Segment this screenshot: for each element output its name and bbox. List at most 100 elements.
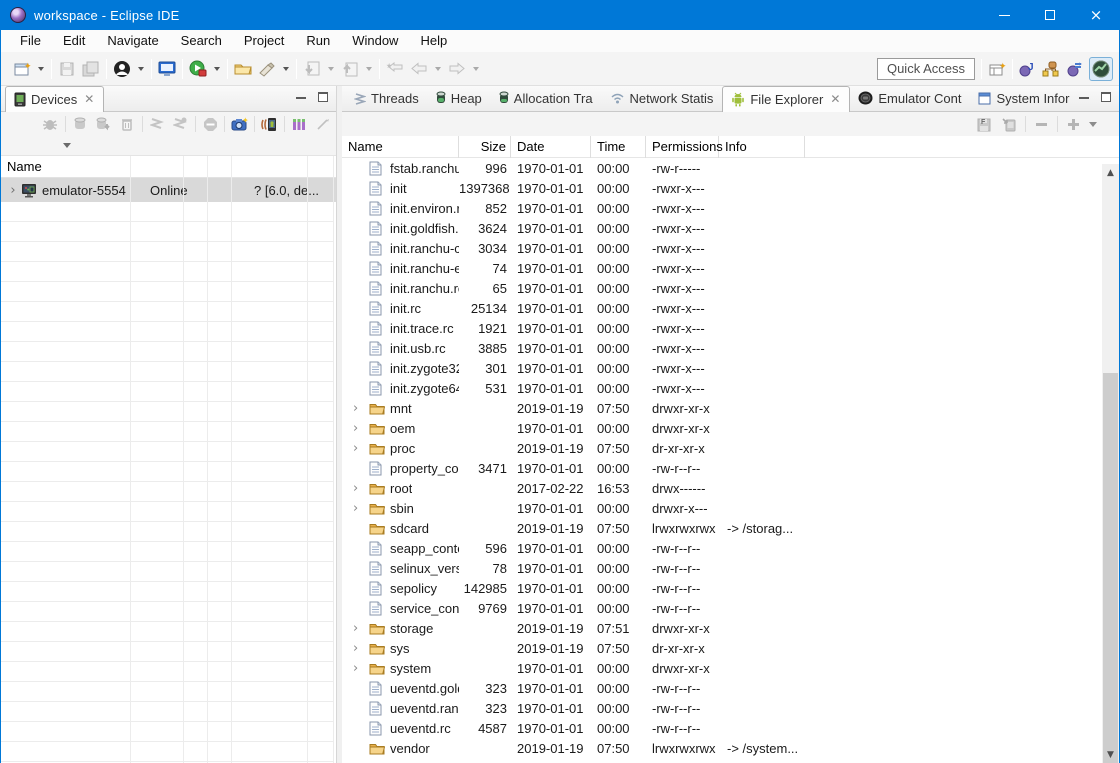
maximize-view-icon[interactable] [1101, 92, 1111, 102]
minimize-view-icon[interactable] [1079, 96, 1089, 99]
debug-perspective-icon[interactable] [1065, 59, 1085, 79]
line-chart-icon[interactable] [313, 115, 332, 133]
tab-devices[interactable]: Devices ✕ [5, 86, 105, 112]
table-row[interactable]: › sys 2019-01-19 07:50 dr-xr-xr-x [342, 638, 1102, 658]
tab-network-statistics[interactable]: Network Statis [602, 86, 723, 111]
table-row[interactable]: init.ranchu-c 3034 1970-01-01 00:00 -rwxr-x-… [342, 238, 1102, 258]
menu-navigate[interactable]: Navigate [96, 31, 169, 51]
menu-help[interactable]: Help [409, 31, 458, 51]
devices-column-header[interactable]: Name [1, 156, 336, 178]
console-icon[interactable] [157, 59, 177, 79]
previous-annotation-dropdown-icon[interactable] [366, 66, 372, 71]
mark-occurrences-icon[interactable] [257, 59, 277, 79]
table-row[interactable]: vendor 2019-01-19 07:50 lrwxrwxrwx -> /syste… [342, 738, 1102, 758]
table-row[interactable]: sepolicy 142985 1970-01-01 00:00 -rw-r--r-- [342, 578, 1102, 598]
close-window-button[interactable]: × [1073, 0, 1119, 30]
mark-occurrences-dropdown-icon[interactable] [283, 66, 289, 71]
menu-edit[interactable]: Edit [52, 31, 96, 51]
maximize-view-icon[interactable] [318, 92, 328, 102]
column-header-size[interactable]: Size [459, 136, 511, 158]
table-row[interactable]: › sbin 1970-01-01 00:00 drwxr-x--- [342, 498, 1102, 518]
view-menu-icon[interactable] [1089, 121, 1097, 127]
table-row[interactable]: init.ranchu-e 74 1970-01-01 00:00 -rwxr-x--- [342, 258, 1102, 278]
column-header-date[interactable]: Date [511, 136, 591, 158]
table-row[interactable]: › proc 2019-01-19 07:50 dr-xr-xr-x [342, 438, 1102, 458]
table-row[interactable]: init.environ.r 852 1970-01-01 00:00 -rwxr-x-… [342, 198, 1102, 218]
close-tab-icon[interactable]: ✕ [84, 92, 94, 106]
device-row-emulator-5554[interactable]: › emulator-5554 Online ? [6.0, de... [1, 178, 336, 202]
menu-file[interactable]: File [9, 31, 52, 51]
device-screen-icon[interactable] [260, 115, 279, 133]
previous-annotation-icon[interactable] [340, 59, 360, 79]
tab-emulator-control[interactable]: Emulator Cont [850, 86, 970, 111]
run-icon[interactable] [188, 59, 208, 79]
table-row[interactable]: seapp_conte 596 1970-01-01 00:00 -rw-r--r-- [342, 538, 1102, 558]
delete-icon[interactable] [1032, 115, 1051, 133]
scroll-down-icon[interactable]: ▼ [1102, 746, 1119, 763]
minimize-window-button[interactable] [981, 0, 1027, 30]
tab-threads[interactable]: Threads [346, 86, 428, 111]
table-row[interactable]: fstab.ranchu 996 1970-01-01 00:00 -rw-r----- [342, 158, 1102, 178]
expand-chevron-icon[interactable]: › [353, 401, 369, 416]
dump-hprof-icon[interactable] [94, 115, 113, 133]
vertical-scrollbar[interactable]: ▲ ▼ [1102, 164, 1119, 763]
scroll-up-icon[interactable]: ▲ [1102, 164, 1119, 181]
table-row[interactable]: init.ranchu.rc 65 1970-01-01 00:00 -rwxr-x--… [342, 278, 1102, 298]
tab-system-information[interactable]: System Infor [970, 86, 1078, 111]
column-header-name[interactable]: Name [342, 136, 459, 158]
push-file-icon[interactable] [1000, 115, 1019, 133]
table-row[interactable]: init.zygote32 301 1970-01-01 00:00 -rwxr-x--… [342, 358, 1102, 378]
method-profiling-icon[interactable] [171, 115, 190, 133]
tab-file-explorer[interactable]: File Explorer ✕ [722, 86, 851, 112]
expand-chevron-icon[interactable]: › [353, 421, 369, 436]
table-row[interactable]: sdcard 2019-01-19 07:50 lrwxrwxrwx -> /stora… [342, 518, 1102, 538]
table-row[interactable]: service_cont 9769 1970-01-01 00:00 -rw-r--r-… [342, 598, 1102, 618]
next-annotation-icon[interactable] [302, 59, 322, 79]
expand-chevron-icon[interactable]: › [353, 441, 369, 456]
run-dropdown-icon[interactable] [214, 66, 220, 71]
save-icon[interactable] [57, 59, 77, 79]
add-icon[interactable] [1064, 115, 1083, 133]
table-row[interactable]: ueventd.gold 323 1970-01-01 00:00 -rw-r--r-- [342, 678, 1102, 698]
table-row[interactable]: › storage 2019-01-19 07:51 drwxr-xr-x [342, 618, 1102, 638]
maximize-window-button[interactable] [1027, 0, 1073, 30]
scrollbar-thumb[interactable] [1103, 373, 1118, 763]
column-header-time[interactable]: Time [591, 136, 646, 158]
open-folder-icon[interactable] [233, 59, 253, 79]
table-row[interactable]: init.rc 25134 1970-01-01 00:00 -rwxr-x--- [342, 298, 1102, 318]
table-row[interactable]: › oem 1970-01-01 00:00 drwxr-xr-x [342, 418, 1102, 438]
profiling-columns-icon[interactable] [290, 115, 309, 133]
java-perspective-icon[interactable]: J [1017, 59, 1037, 79]
user-icon[interactable] [112, 59, 132, 79]
minimize-view-icon[interactable] [296, 96, 306, 99]
pull-file-icon[interactable]: F [975, 115, 994, 133]
open-perspective-icon[interactable]: ✦ [988, 59, 1008, 79]
table-row[interactable]: ueventd.ranc 323 1970-01-01 00:00 -rw-r--r-- [342, 698, 1102, 718]
table-row[interactable]: init.trace.rc 1921 1970-01-01 00:00 -rwxr-x-… [342, 318, 1102, 338]
screen-capture-icon[interactable]: ✦ [230, 115, 249, 133]
gc-trash-icon[interactable] [118, 115, 137, 133]
expand-chevron-icon[interactable]: › [353, 501, 369, 516]
table-row[interactable]: init.zygote64 531 1970-01-01 00:00 -rwxr-x--… [342, 378, 1102, 398]
debug-process-icon[interactable] [41, 115, 60, 133]
back-icon[interactable] [409, 59, 429, 79]
table-row[interactable]: selinux_versi 78 1970-01-01 00:00 -rw-r--r-- [342, 558, 1102, 578]
expand-chevron-icon[interactable]: › [353, 621, 369, 636]
expand-chevron-icon[interactable]: › [353, 661, 369, 676]
table-row[interactable]: init.usb.rc 3885 1970-01-01 00:00 -rwxr-x--- [342, 338, 1102, 358]
new-wizard-dropdown-icon[interactable] [38, 66, 44, 71]
table-row[interactable]: › mnt 2019-01-19 07:50 drwxr-xr-x [342, 398, 1102, 418]
forward-dropdown-icon[interactable] [473, 66, 479, 71]
menu-window[interactable]: Window [341, 31, 409, 51]
column-header-info[interactable]: Info [719, 136, 805, 158]
next-annotation-dropdown-icon[interactable] [328, 66, 334, 71]
last-edit-location-icon[interactable]: ★ [385, 59, 405, 79]
forward-icon[interactable] [447, 59, 467, 79]
user-dropdown-icon[interactable] [138, 66, 144, 71]
close-tab-icon[interactable]: ✕ [830, 92, 840, 106]
back-dropdown-icon[interactable] [435, 66, 441, 71]
expand-chevron-icon[interactable]: › [5, 183, 21, 198]
tab-allocation-tracker[interactable]: Allocation Tra [491, 86, 602, 111]
devices-view-menu-icon[interactable] [63, 143, 71, 148]
table-row[interactable]: › system 1970-01-01 00:00 drwxr-xr-x [342, 658, 1102, 678]
